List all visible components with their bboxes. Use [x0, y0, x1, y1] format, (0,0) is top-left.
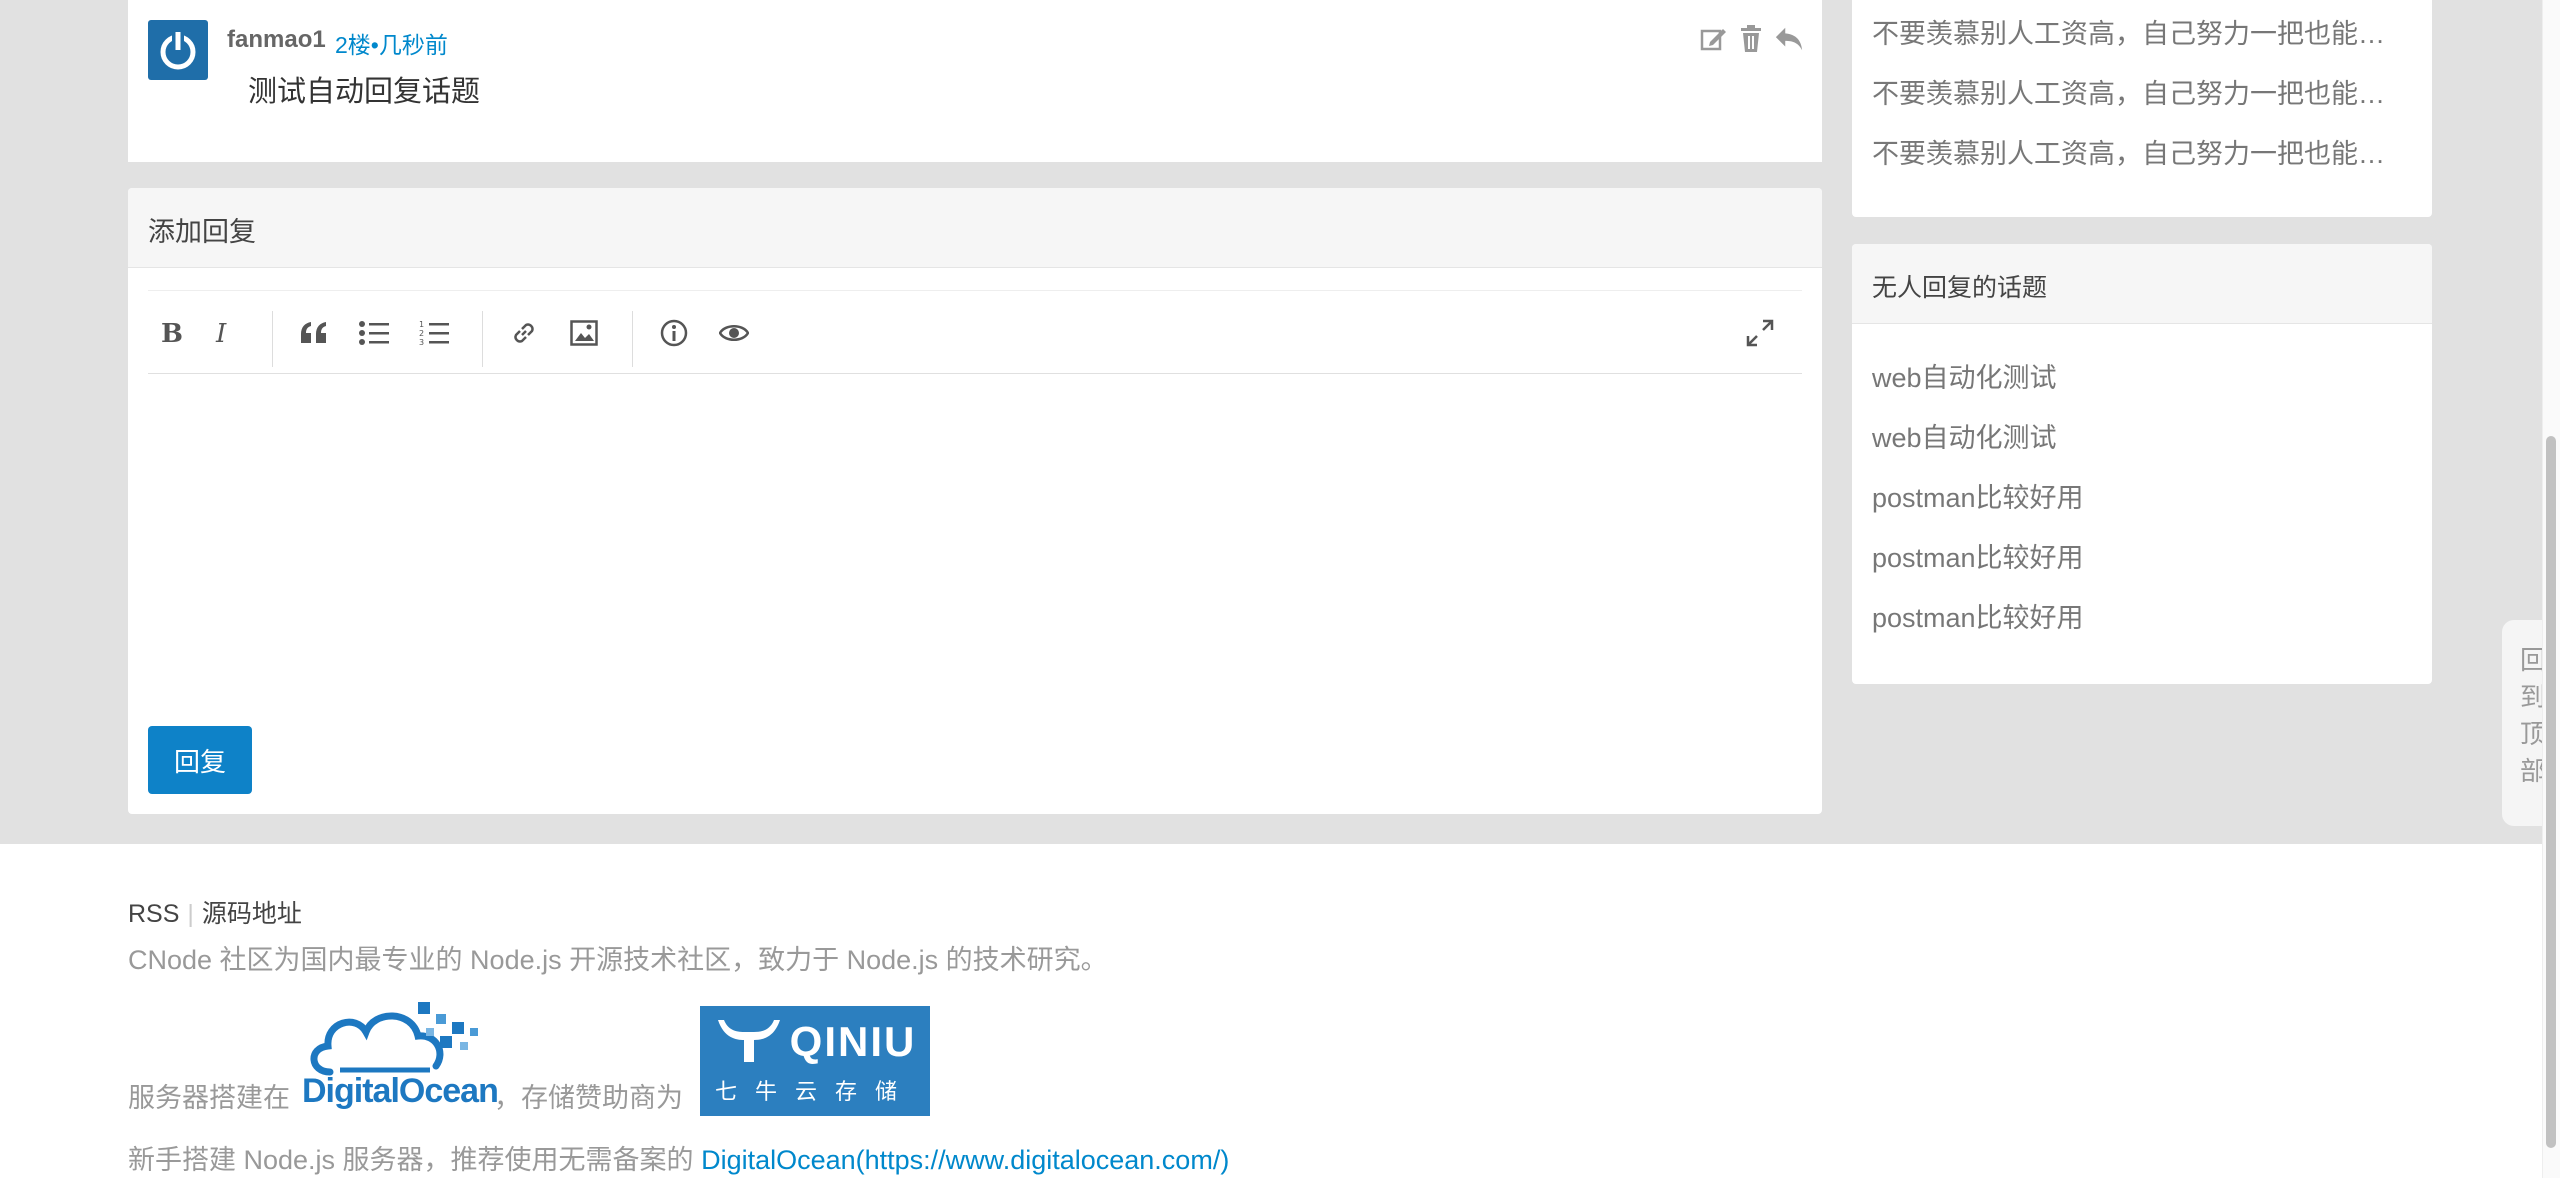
footer-description: CNode 社区为国内最专业的 Node.js 开源技术社区，致力于 Node.…: [128, 945, 1108, 975]
no-reply-topic-link[interactable]: web自动化测试: [1872, 356, 2057, 395]
svg-text:I: I: [215, 319, 227, 347]
sidebar-topic-link[interactable]: 不要羡慕别人工资高，自己努力一把也能…: [1872, 132, 2412, 171]
reply-icon[interactable]: [1774, 22, 1804, 56]
footer-links: RSS | 源码地址: [128, 900, 302, 928]
italic-icon[interactable]: I: [202, 311, 246, 355]
reply-card: fanmao1 2楼•几秒前 测试自动回复话题: [128, 0, 1822, 162]
svg-text:2: 2: [419, 329, 424, 338]
sidebar-topic-list: 不要羡慕别人工资高，自己努力一把也能… 不要羡慕别人工资高，自己努力一把也能… …: [1852, 0, 2432, 217]
submit-reply-button[interactable]: 回复: [148, 726, 252, 794]
footer-tip-text: 新手搭建 Node.js 服务器，推荐使用无需备案的: [128, 1145, 694, 1175]
digitalocean-logo[interactable]: DigitalOcean: [302, 1072, 499, 1111]
reply-editor[interactable]: [148, 376, 1802, 706]
fullscreen-icon[interactable]: [1738, 311, 1782, 355]
no-reply-topics-panel: 无人回复的话题 web自动化测试 web自动化测试 postman比较好用 po…: [1852, 244, 2432, 684]
reply-actions: [1698, 22, 1804, 56]
footer-tip: 新手搭建 Node.js 服务器，推荐使用无需备案的 DigitalOcean(…: [128, 1138, 1229, 1177]
qiniu-logo-text: QINIU: [789, 1018, 917, 1065]
delete-icon[interactable]: [1736, 22, 1766, 56]
footer-storage-text: ，存储赞助商为: [494, 1083, 683, 1113]
no-reply-topic-link[interactable]: postman比较好用: [1872, 476, 2084, 515]
qiniu-logo-subtext: 七牛云存储: [714, 1079, 915, 1104]
no-reply-topic-link[interactable]: web自动化测试: [1872, 416, 2057, 455]
no-reply-topics-title: 无人回复的话题: [1852, 244, 2432, 324]
scrollbar-thumb[interactable]: [2546, 436, 2556, 1148]
svg-text:B: B: [161, 319, 182, 347]
qiniu-logo[interactable]: QINIU 七牛云存储: [700, 1006, 930, 1116]
avatar[interactable]: [148, 20, 208, 80]
sidebar-topic-link[interactable]: 不要羡慕别人工资高，自己努力一把也能…: [1872, 12, 2412, 51]
quote-icon[interactable]: [292, 311, 336, 355]
reply-content: 测试自动回复话题: [248, 76, 481, 108]
source-link[interactable]: 源码地址: [202, 900, 302, 928]
no-reply-topic-link[interactable]: postman比较好用: [1872, 536, 2084, 575]
svg-text:3: 3: [419, 338, 424, 347]
image-icon[interactable]: [562, 311, 606, 355]
footer: RSS | 源码地址 CNode 社区为国内最专业的 Node.js 开源技术社区，…: [0, 844, 2542, 1178]
footer-server-text: 服务器搭建在: [128, 1083, 290, 1113]
link-icon[interactable]: [502, 311, 546, 355]
no-reply-topic-link[interactable]: postman比较好用: [1872, 596, 2084, 635]
power-icon: [160, 30, 196, 70]
rss-link[interactable]: RSS: [128, 900, 179, 928]
preview-icon[interactable]: [712, 311, 756, 355]
digitalocean-link[interactable]: DigitalOcean(https://www.digitalocean.co…: [701, 1145, 1229, 1175]
info-icon[interactable]: [652, 311, 696, 355]
svg-text:1: 1: [419, 320, 424, 329]
unordered-list-icon[interactable]: [352, 311, 396, 355]
reply-meta[interactable]: 2楼•几秒前: [335, 26, 448, 60]
editor-toolbar: B I 123: [148, 290, 1802, 374]
add-reply-panel: 添加回复 B I 123 回复: [128, 188, 1822, 814]
bold-icon[interactable]: B: [148, 311, 192, 355]
reply-author[interactable]: fanmao1: [227, 26, 326, 54]
sidebar-topic-link[interactable]: 不要羡慕别人工资高，自己努力一把也能…: [1872, 72, 2412, 111]
qiniu-bull-icon: [717, 1020, 780, 1062]
add-reply-title: 添加回复: [128, 188, 1822, 268]
back-to-top-button[interactable]: 回到顶部: [2502, 620, 2546, 826]
edit-icon[interactable]: [1698, 22, 1728, 56]
ordered-list-icon[interactable]: 123: [412, 311, 456, 355]
